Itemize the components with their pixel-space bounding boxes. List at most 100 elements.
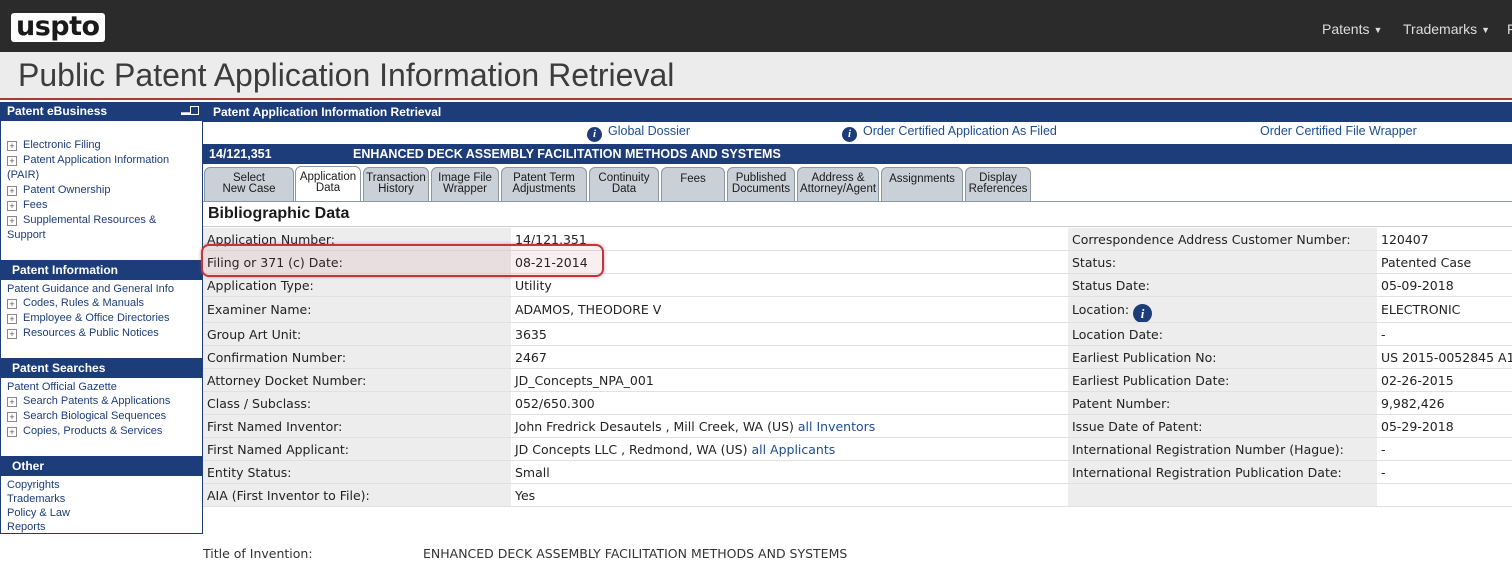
- order-certified-file-wrapper-link[interactable]: Order Certified File Wrapper: [1260, 124, 1417, 138]
- sidebar-item-patent-ownership[interactable]: + Patent Ownership: [1, 183, 202, 198]
- caret-down-icon: ▼: [1373, 25, 1383, 35]
- sidebar-item-pair[interactable]: + Patent Application Information: [1, 153, 202, 168]
- expand-icon[interactable]: +: [7, 412, 17, 422]
- field-label-text: First Named Inventor:: [207, 419, 343, 434]
- table-row: First Named Applicant: JD Concepts LLC , …: [203, 438, 1512, 461]
- sidebar-item-bio-sequences[interactable]: + Search Biological Sequences: [1, 409, 202, 424]
- expand-icon[interactable]: +: [7, 314, 17, 324]
- field-value-text: John Fredrick Desautels , Mill Creek, WA…: [515, 419, 794, 434]
- sidebar-item-electronic-filing[interactable]: + Electronic Filing: [1, 138, 202, 153]
- field-value: Yes: [511, 484, 1068, 506]
- sidebar-item-supplemental[interactable]: + Supplemental Resources &: [1, 213, 202, 228]
- nav-trademarks[interactable]: Trademarks ▼: [1403, 21, 1490, 37]
- sidebar-item-search-patents[interactable]: + Search Patents & Applications: [1, 394, 202, 409]
- tab-label-line2: Data: [611, 183, 637, 195]
- sidebar-item-gazette[interactable]: Patent Official Gazette: [1, 380, 202, 394]
- all-applicants-link[interactable]: all Applicants: [751, 442, 835, 457]
- field-value-text: 9,982,426: [1381, 396, 1445, 411]
- location-info-icon[interactable]: i: [1133, 304, 1153, 322]
- tab-display-references[interactable]: Display References: [965, 167, 1031, 201]
- tab-assignments[interactable]: Assignments: [881, 167, 963, 201]
- field-label-text: Class / Subclass:: [207, 396, 312, 411]
- field-label: Earliest Publication No:: [1068, 346, 1377, 368]
- sidebar-item-pair-cont[interactable]: (PAIR): [1, 168, 202, 183]
- expand-icon[interactable]: +: [7, 201, 17, 211]
- sidebar-title-other: Other: [1, 456, 202, 476]
- field-label-text: Location Date:: [1072, 327, 1163, 342]
- field-label: First Named Applicant:: [203, 438, 511, 460]
- field-label-text: Earliest Publication No:: [1072, 350, 1217, 365]
- minimize-icon[interactable]: ▬: [181, 106, 199, 117]
- sidebar-item-label: Search Patents & Applications: [23, 395, 171, 407]
- sidebar-title-searches: Patent Searches: [1, 358, 202, 378]
- expand-icon[interactable]: +: [7, 299, 17, 309]
- table-row: Confirmation Number: 2467 Earliest Publica…: [203, 346, 1512, 369]
- tab-published-documents[interactable]: Published Documents: [727, 167, 795, 201]
- sidebar-item-directories[interactable]: + Employee & Office Directories: [1, 311, 202, 326]
- nav-patents[interactable]: Patents ▼: [1322, 21, 1382, 37]
- field-value-text: 02-26-2015: [1381, 373, 1454, 388]
- title-of-invention-value: ENHANCED DECK ASSEMBLY FACILITATION METH…: [423, 546, 848, 561]
- field-label: Entity Status:: [203, 461, 511, 483]
- expand-icon[interactable]: +: [7, 216, 17, 226]
- field-value: ELECTRONIC: [1377, 297, 1512, 322]
- field-value: John Fredrick Desautels , Mill Creek, WA…: [511, 415, 1068, 437]
- tab-application-data[interactable]: Application Data: [295, 166, 361, 202]
- uspto-logo[interactable]: uspto: [11, 13, 105, 42]
- field-label: Correspondence Address Customer Number:: [1068, 228, 1377, 250]
- table-row: Examiner Name: ADAMOS, THEODORE V Location…: [203, 297, 1512, 323]
- tab-continuity-data[interactable]: Continuity Data: [589, 167, 659, 201]
- top-navbar: uspto Patents ▼ Trademarks ▼ F: [0, 0, 1512, 52]
- field-label: Location: i: [1068, 297, 1377, 322]
- expand-icon[interactable]: +: [7, 397, 17, 407]
- expand-icon[interactable]: +: [7, 156, 17, 166]
- main-header: Patent Application Information Retrieval: [203, 102, 1512, 122]
- sidebar-item-codes[interactable]: + Codes, Rules & Manuals: [1, 296, 202, 311]
- tab-image-file-wrapper[interactable]: Image File Wrapper: [431, 167, 499, 201]
- sidebar-item-copyrights[interactable]: Copyrights: [1, 478, 202, 492]
- tab-address-attorney[interactable]: Address & Attorney/Agent: [797, 167, 879, 201]
- field-label-text: Entity Status:: [207, 465, 292, 480]
- tab-patent-term-adjustments[interactable]: Patent Term Adjustments: [501, 167, 587, 201]
- sidebar-item-fees[interactable]: + Fees: [1, 198, 202, 213]
- field-value-text: ELECTRONIC: [1381, 302, 1461, 317]
- field-value: Utility: [511, 274, 1068, 296]
- field-label-text: AIA (First Inventor to File):: [207, 488, 370, 503]
- expand-icon[interactable]: +: [7, 329, 17, 339]
- order-certified-application-link[interactable]: i Order Certified Application As Filed: [842, 124, 1057, 142]
- field-label: Status:: [1068, 251, 1377, 273]
- sidebar-item-policy[interactable]: Policy & Law: [1, 506, 202, 520]
- filing-date-highlight: [201, 244, 604, 277]
- expand-icon[interactable]: +: [7, 186, 17, 196]
- field-label-text: Correspondence Address Customer Number:: [1072, 232, 1351, 247]
- sidebar-item-label: Electronic Filing: [23, 139, 101, 151]
- case-title: ENHANCED DECK ASSEMBLY FACILITATION METH…: [353, 147, 781, 161]
- field-value-text: Small: [515, 465, 550, 480]
- field-label: Attorney Docket Number:: [203, 369, 511, 391]
- sidebar-item-support[interactable]: Support: [1, 228, 202, 243]
- table-row: Attorney Docket Number: JD_Concepts_NPA_0…: [203, 369, 1512, 392]
- nav-more[interactable]: F: [1507, 21, 1512, 37]
- field-label: Location Date:: [1068, 323, 1377, 345]
- field-label: International Registration Number (Hague…: [1068, 438, 1377, 460]
- field-label-text: International Registration Publication D…: [1072, 465, 1342, 480]
- all-inventors-link[interactable]: all Inventors: [798, 419, 875, 434]
- sidebar-item-label: Patent Ownership: [23, 184, 111, 196]
- sidebar-item-resources[interactable]: + Resources & Public Notices: [1, 326, 202, 341]
- tab-fees[interactable]: Fees: [661, 167, 725, 201]
- sidebar-title-ebusiness: Patent eBusiness: [7, 104, 108, 118]
- tab-transaction-history[interactable]: Transaction History: [363, 167, 429, 201]
- sidebar-item-trademarks[interactable]: Trademarks: [1, 492, 202, 506]
- page-title: Public Patent Application Information Re…: [18, 57, 675, 93]
- field-value: 02-26-2015: [1377, 369, 1512, 391]
- tab-select-new-case[interactable]: Select New Case: [204, 167, 294, 201]
- field-value-text: -: [1381, 327, 1386, 342]
- expand-icon[interactable]: +: [7, 427, 17, 437]
- field-value-text: US 2015-0052845 A1: [1381, 350, 1512, 365]
- field-label-text: Patent Number:: [1072, 396, 1171, 411]
- global-dossier-link[interactable]: i Global Dossier: [587, 124, 690, 142]
- sidebar-item-copies[interactable]: + Copies, Products & Services: [1, 424, 202, 439]
- sidebar-item-guidance[interactable]: Patent Guidance and General Info: [1, 282, 202, 296]
- sidebar-item-reports[interactable]: Reports: [1, 520, 202, 534]
- expand-icon[interactable]: +: [7, 141, 17, 151]
